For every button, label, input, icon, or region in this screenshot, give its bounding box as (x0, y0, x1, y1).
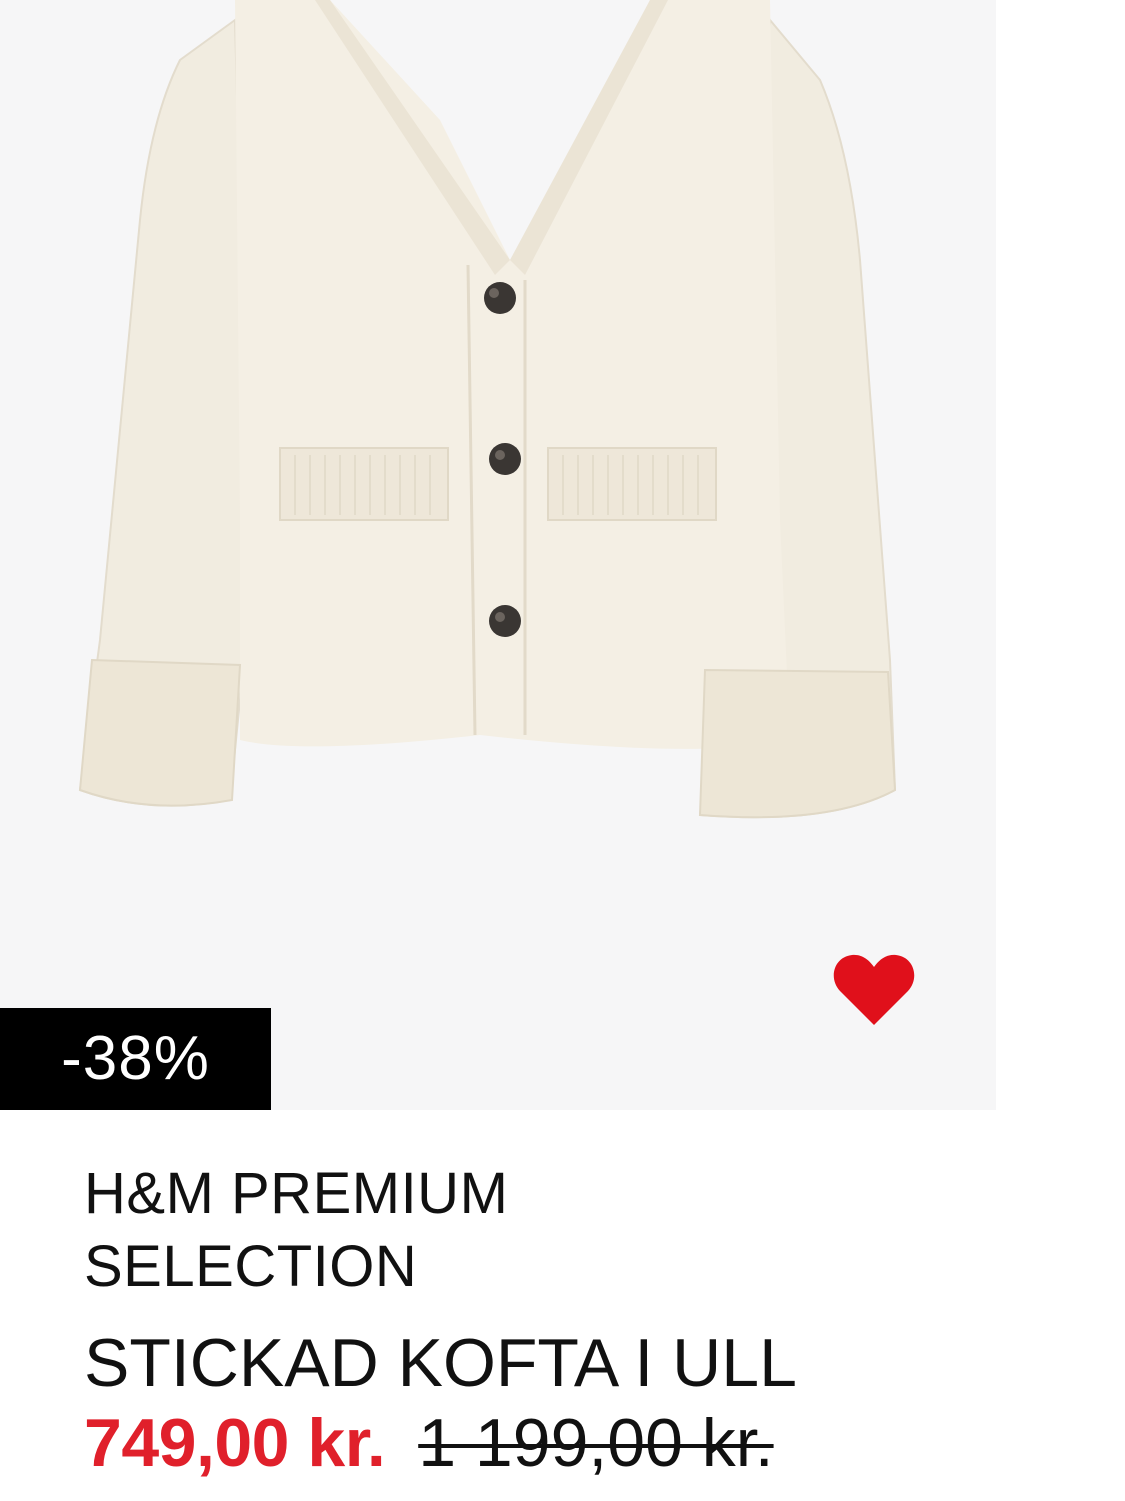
original-price: 1 199,00 kr. (418, 1405, 774, 1481)
sale-price: 749,00 kr. (84, 1405, 386, 1481)
product-title[interactable]: STICKAD KOFTA I ULL (84, 1325, 1084, 1401)
cardigan-illustration (78, 0, 897, 819)
product-image[interactable] (0, 0, 996, 1110)
discount-badge: -38% (0, 1008, 271, 1110)
product-card[interactable]: -38% H&M PREMIUM SELECTION STICKAD KOFTA… (0, 0, 1125, 1501)
heart-icon (833, 954, 915, 1025)
price-row: 749,00 kr. 1 199,00 kr. (84, 1405, 774, 1481)
brand-name[interactable]: H&M PREMIUM SELECTION (84, 1157, 784, 1303)
favorite-button[interactable] (826, 946, 922, 1032)
